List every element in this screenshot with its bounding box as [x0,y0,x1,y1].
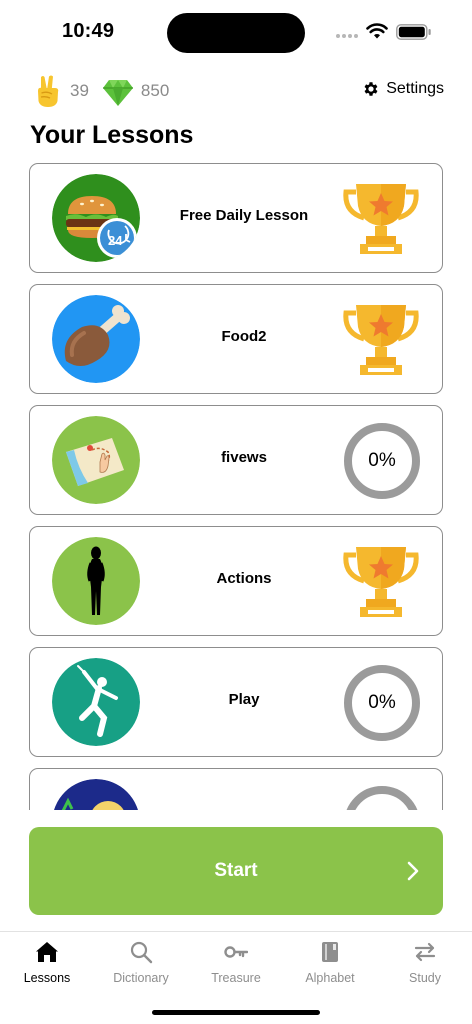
tab-label: Dictionary [113,971,169,985]
tab-treasure[interactable]: Treasure [189,932,283,992]
trophy-icon [343,547,419,617]
status-time: 10:49 [62,20,115,42]
lesson-title: Free Daily Lesson [179,207,309,224]
tab-label: Lessons [23,971,71,985]
night-scene-icon [52,779,140,810]
stats-row: 39 850 [32,72,181,110]
tab-alphabet[interactable]: Alphabet [283,932,377,992]
gem-count: 850 [140,81,170,100]
wifi-icon [366,23,388,39]
book-icon [322,942,338,962]
lesson-title: fivews [221,449,267,466]
house-icon [36,942,58,962]
lesson-list[interactable]: 24 Free Daily Lesson Food2 fivews 0% Act… [29,163,443,810]
lesson-card-play[interactable]: Play 0% [29,647,443,757]
search-icon [130,941,153,964]
lesson-card-free-daily-lesson[interactable]: 24 Free Daily Lesson [29,163,443,273]
lesson-card-fivews[interactable]: fivews 0% [29,405,443,515]
map-icon [52,416,140,504]
trophy-icon [343,184,419,254]
tab-label: Study [409,971,441,985]
tab-dictionary[interactable]: Dictionary [94,932,188,992]
start-button[interactable]: Start [29,827,443,915]
cellular-signal-icon [336,34,358,38]
lesson-title: Food2 [221,328,267,345]
tab-study[interactable]: Study [378,932,472,992]
dancer-icon [52,658,140,746]
battery-icon [396,24,431,40]
victory-hand-icon [38,75,59,107]
gem-icon [102,80,133,106]
woman-silhouette-icon [52,537,140,625]
trophy-icon [343,305,419,375]
start-label: Start [214,860,258,881]
home-indicator [152,1010,320,1015]
chicken-leg-icon [52,295,140,383]
tab-label: Treasure [211,971,261,985]
dynamic-island [167,13,305,53]
progress-percent [343,785,421,810]
key-icon [224,946,248,958]
progress-percent: 0% [368,450,396,471]
tab-label: Alphabet [305,971,355,985]
lesson-title: Actions [216,570,272,587]
progress-percent: 0% [368,692,396,713]
lesson-card-actions[interactable]: Actions [29,526,443,636]
chevron-right-icon [407,861,419,881]
page-title: Your Lessons [30,121,194,149]
status-bar: 10:49 [0,0,472,62]
lesson-card-partial[interactable] [29,768,443,810]
lesson-title: Play [228,691,260,708]
settings-label: Settings [386,80,444,97]
tab-lessons[interactable]: Lessons [0,932,94,992]
lesson-card-food2[interactable]: Food2 [29,284,443,394]
settings-button[interactable]: Settings [362,80,444,98]
swap-arrows-icon [414,942,436,962]
gear-icon [364,82,378,96]
streak-count: 39 [70,81,89,100]
burger-24h-icon: 24 [52,174,140,262]
